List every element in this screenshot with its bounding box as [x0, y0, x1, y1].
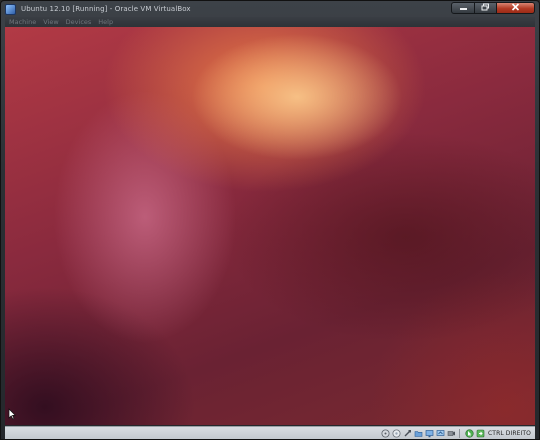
- virtualbox-window: Ubuntu 12.10 [Running] - Oracle VM Virtu…: [0, 0, 540, 440]
- virtualbox-app-icon[interactable]: [5, 3, 16, 15]
- mouse-pointer-icon: [8, 405, 17, 420]
- close-button[interactable]: [497, 2, 535, 14]
- host-key-label: CTRL DIREITO: [488, 430, 531, 437]
- menu-machine[interactable]: Machine: [9, 18, 36, 26]
- menu-help[interactable]: Help: [98, 18, 113, 26]
- hard-disk-icon[interactable]: [381, 429, 390, 438]
- mouse-integration-icon[interactable]: [465, 429, 474, 438]
- device-indicators: CTRL DIREITO: [379, 428, 531, 439]
- optical-drive-icon[interactable]: [392, 429, 401, 438]
- minimize-button[interactable]: [451, 2, 475, 14]
- network-icon[interactable]: [436, 429, 445, 438]
- display-icon[interactable]: [425, 429, 434, 438]
- video-capture-icon[interactable]: [447, 429, 456, 438]
- restore-button[interactable]: [475, 2, 497, 14]
- shared-folders-icon[interactable]: [414, 429, 423, 438]
- host-key-icon[interactable]: [476, 429, 485, 438]
- restore-icon: [481, 3, 490, 13]
- window-controls: [451, 2, 535, 14]
- window-title: Ubuntu 12.10 [Running] - Oracle VM Virtu…: [21, 5, 191, 13]
- usb-icon[interactable]: [403, 429, 412, 438]
- menu-bar: Machine View Devices Help: [5, 17, 535, 27]
- vm-display[interactable]: [5, 27, 535, 425]
- ubuntu-wallpaper: [5, 27, 535, 425]
- title-bar[interactable]: Ubuntu 12.10 [Running] - Oracle VM Virtu…: [1, 1, 539, 17]
- status-bar: CTRL DIREITO: [5, 426, 535, 439]
- status-separator: [459, 429, 461, 438]
- close-icon: [511, 3, 520, 13]
- menu-devices[interactable]: Devices: [66, 18, 92, 26]
- menu-view[interactable]: View: [43, 18, 58, 26]
- minimize-icon: [459, 3, 468, 13]
